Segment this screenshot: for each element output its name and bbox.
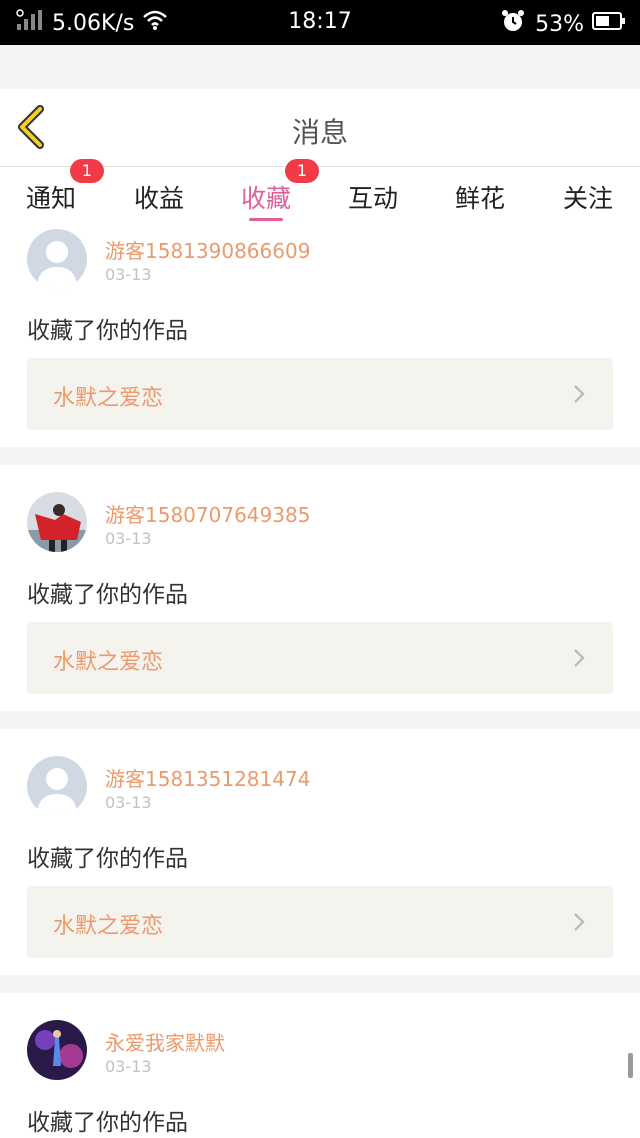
alarm-icon bbox=[501, 9, 525, 39]
photo-avatar-icon bbox=[27, 492, 87, 552]
work-title: 水默之爱恋 bbox=[53, 386, 164, 411]
active-tab-indicator bbox=[249, 218, 283, 221]
default-avatar-icon bbox=[27, 229, 87, 289]
message-date: 03-13 bbox=[105, 265, 152, 284]
username[interactable]: 游客1581351281474 bbox=[105, 763, 310, 792]
tab-label: 关注 bbox=[562, 184, 613, 213]
status-bar: 5.06K/s 18:17 53% bbox=[0, 0, 640, 45]
avatar[interactable] bbox=[27, 492, 87, 552]
message-date: 03-13 bbox=[105, 1057, 152, 1076]
chevron-right-icon bbox=[573, 648, 585, 672]
work-title: 水默之爱恋 bbox=[53, 914, 164, 939]
message-card: 游客1581351281474 03-13 收藏了你的作品 水默之爱恋 bbox=[0, 729, 640, 975]
tab-flowers[interactable]: 鲜花 bbox=[428, 167, 532, 225]
message-card: 游客1580707649385 03-13 收藏了你的作品 水默之爱恋 bbox=[0, 465, 640, 711]
message-date: 03-13 bbox=[105, 529, 152, 548]
message-text: 收藏了你的作品 bbox=[27, 582, 188, 608]
message-text: 收藏了你的作品 bbox=[27, 318, 188, 344]
top-spacer bbox=[0, 45, 640, 89]
tab-label: 互动 bbox=[347, 184, 398, 213]
message-text: 收藏了你的作品 bbox=[27, 846, 188, 872]
avatar[interactable] bbox=[27, 1020, 87, 1080]
battery-percent: 53% bbox=[535, 11, 584, 37]
work-link[interactable]: 水默之爱恋 bbox=[27, 886, 613, 958]
username[interactable]: 永爱我家默默 bbox=[105, 1027, 225, 1056]
chevron-right-icon bbox=[573, 384, 585, 408]
message-card: 永爱我家默默 03-13 收藏了你的作品 bbox=[0, 993, 640, 1138]
tab-follows[interactable]: 关注 bbox=[536, 167, 640, 225]
work-link[interactable]: 水默之爱恋 bbox=[27, 358, 613, 430]
tab-label: 鲜花 bbox=[454, 184, 505, 213]
tab-badge: 1 bbox=[70, 159, 104, 183]
tab-favorites[interactable]: 收藏 1 bbox=[214, 159, 319, 225]
tab-notifications[interactable]: 通知 1 bbox=[0, 159, 104, 225]
photo-avatar-icon bbox=[27, 1020, 87, 1080]
default-avatar-icon bbox=[27, 756, 87, 816]
status-right: 53% bbox=[501, 9, 626, 39]
message-text: 收藏了你的作品 bbox=[27, 1110, 188, 1136]
work-link[interactable]: 水默之爱恋 bbox=[27, 622, 613, 694]
message-card: 游客1581390866609 03-13 收藏了你的作品 水默之爱恋 bbox=[0, 225, 640, 447]
tab-interactions[interactable]: 互动 bbox=[321, 167, 425, 225]
chevron-right-icon bbox=[573, 912, 585, 936]
message-date: 03-13 bbox=[105, 793, 152, 812]
tab-earnings[interactable]: 收益 bbox=[107, 167, 211, 225]
username[interactable]: 游客1581390866609 bbox=[105, 235, 310, 264]
scrollbar[interactable] bbox=[628, 1053, 633, 1078]
work-title: 水默之爱恋 bbox=[53, 650, 164, 675]
tab-bar: 通知 1 收益 收藏 1 互动 鲜花 关注 bbox=[0, 159, 640, 225]
nav-header: 消息 bbox=[0, 89, 640, 167]
tab-label: 通知 bbox=[25, 184, 76, 213]
username[interactable]: 游客1580707649385 bbox=[105, 499, 310, 528]
tab-label: 收益 bbox=[133, 184, 184, 213]
avatar[interactable] bbox=[27, 229, 87, 289]
avatar[interactable] bbox=[27, 756, 87, 816]
battery-icon bbox=[592, 11, 626, 37]
page-title: 消息 bbox=[291, 116, 348, 149]
tab-label: 收藏 bbox=[240, 184, 291, 213]
tab-badge: 1 bbox=[285, 159, 319, 183]
